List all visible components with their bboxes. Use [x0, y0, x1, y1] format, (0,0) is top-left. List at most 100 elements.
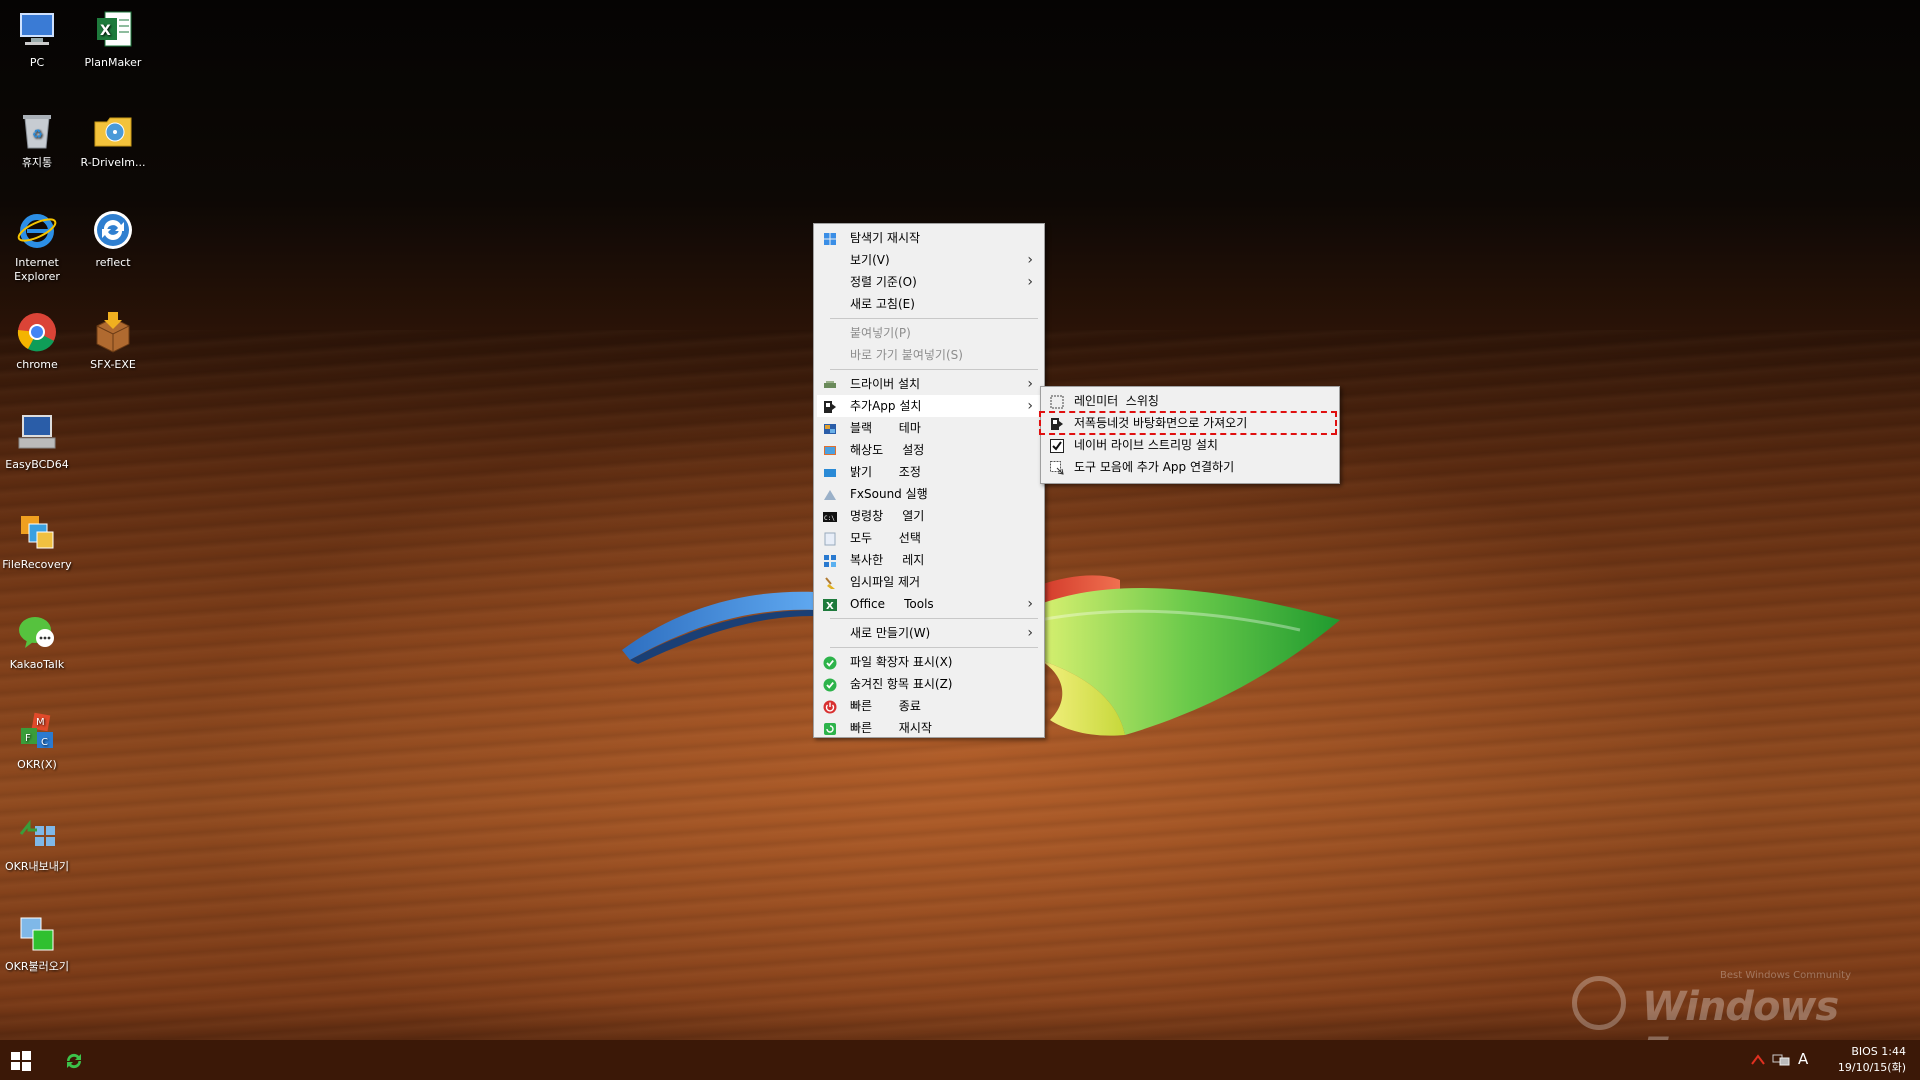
context-menu-item[interactable]: C:\ 명령창 열기: [817, 505, 1041, 527]
red-dashed-highlight: [1039, 411, 1337, 435]
context-menu-item-label: 해상도 설정: [850, 443, 925, 457]
submenu-item[interactable]: 네이버 라이브 스트리밍 설치: [1044, 434, 1336, 456]
context-menu-item[interactable]: 탐색기 재시작: [817, 227, 1041, 249]
theme-icon: [823, 421, 837, 435]
cmd-icon: C:\: [823, 509, 837, 523]
broom-icon: [823, 575, 837, 589]
desktop-icon-easybcd[interactable]: EasyBCD64: [0, 410, 74, 472]
context-menu-item[interactable]: 복사한 레지: [817, 549, 1041, 571]
check-circle-icon: [823, 655, 837, 670]
context-menu-item[interactable]: X Office Tools ›: [817, 593, 1041, 615]
context-menu-item[interactable]: 모두 선택: [817, 527, 1041, 549]
context-menu-item[interactable]: 새로 만들기(W) ›: [817, 622, 1041, 644]
system-tray: A: [1750, 1050, 1820, 1070]
desktop-icon-internet-explorer[interactable]: Internet Explorer: [0, 208, 74, 284]
context-menu-item[interactable]: 블랙 테마: [817, 417, 1041, 439]
menu-separator: [830, 369, 1038, 370]
chevron-right-icon: ›: [1027, 398, 1033, 414]
svg-text:F: F: [25, 733, 31, 744]
context-menu-item-label: 정렬 기준(O): [850, 275, 917, 289]
excel-icon: X: [823, 597, 837, 612]
desktop-icon-pc[interactable]: PC: [0, 8, 74, 70]
rainmeter-icon: [1050, 394, 1064, 409]
submenu-item[interactable]: 도구 모음에 추가 App 연결하기: [1044, 456, 1336, 478]
svg-text:C:\: C:\: [824, 515, 835, 522]
desktop-icon-label: OKR(X): [17, 758, 57, 771]
context-menu-item-label: 숨겨진 항목 표시(Z): [850, 677, 953, 691]
context-menu-item-label: 바로 가기 붙여넣기(S): [850, 348, 963, 362]
watermark-title: Windows Forum: [1642, 984, 1839, 1040]
svg-text:♻: ♻: [32, 127, 43, 141]
windows-tiles-icon: [823, 231, 837, 245]
desktop-icon-okr-import[interactable]: OKR불러오기: [0, 912, 74, 974]
context-menu-item[interactable]: 정렬 기준(O) ›: [817, 271, 1041, 293]
desktop-icon-planmaker[interactable]: X PlanMaker: [76, 8, 150, 70]
context-menu-item[interactable]: 해상도 설정: [817, 439, 1041, 461]
context-menu-item[interactable]: 바로 가기 붙여넣기(S): [817, 344, 1041, 366]
desktop[interactable]: PC ♻ 휴지통 Internet Explorer chrome EasyBC…: [0, 0, 1920, 1040]
desktop-icon-recycle-bin[interactable]: ♻ 휴지통: [0, 108, 74, 170]
desktop-icon-label: OKR내보내기: [5, 860, 69, 873]
svg-text:M: M: [36, 717, 45, 728]
context-menu-item[interactable]: 빠른 종료: [817, 695, 1041, 717]
desktop-icon-filerecovery[interactable]: FileRecovery: [0, 510, 74, 572]
desktop-icon-label: SFX-EXE: [90, 358, 136, 371]
power-icon: [823, 699, 837, 714]
desktop-icon-label: R-DriveIm...: [80, 156, 146, 169]
desktop-icon-label: chrome: [16, 358, 58, 371]
desktop-icon-okr[interactable]: FCM OKR(X): [0, 710, 74, 772]
taskbar-refresh-app-button[interactable]: [62, 1049, 86, 1073]
chrome-icon: [15, 310, 59, 354]
chevron-right-icon: ›: [1027, 252, 1033, 268]
chevron-right-icon: ›: [1027, 625, 1033, 641]
desktop-icon-kakaotalk[interactable]: KakaoTalk: [0, 610, 74, 672]
clock-date: 19/10/15(화): [1837, 1061, 1906, 1074]
desktop-icon-label: EasyBCD64: [5, 458, 69, 471]
clock[interactable]: BIOS 1:44 19/10/15(화): [1826, 1044, 1906, 1076]
resolution-icon: [823, 443, 837, 457]
context-menu-item[interactable]: 파일 확장자 표시(X): [817, 651, 1041, 673]
context-menu-item[interactable]: 빠른 재시작: [817, 717, 1041, 739]
clock-time: BIOS 1:44: [1851, 1045, 1906, 1058]
menu-separator: [830, 618, 1038, 619]
input-language-indicator[interactable]: A: [1798, 1050, 1808, 1068]
network-icon[interactable]: [1772, 1052, 1790, 1068]
chevron-right-icon: ›: [1027, 376, 1033, 392]
desktop-icon-r-drive[interactable]: R-DriveIm...: [76, 108, 150, 170]
desktop-icon-reflect[interactable]: reflect: [76, 208, 150, 270]
taskbar: A BIOS 1:44 19/10/15(화): [0, 1040, 1920, 1080]
context-menu-item[interactable]: 임시파일 제거: [817, 571, 1041, 593]
desktop-icon-sfx-exe[interactable]: SFX-EXE: [76, 310, 150, 372]
desktop-icon-chrome[interactable]: chrome: [0, 310, 74, 372]
menu-separator: [830, 647, 1038, 648]
svg-text:X: X: [826, 601, 834, 612]
sfx-exe-icon: [91, 310, 135, 354]
context-menu-item[interactable]: FxSound 실행: [817, 483, 1041, 505]
desktop-icon-label: 휴지통: [21, 156, 53, 169]
windows-start-icon: [11, 1051, 31, 1071]
context-menu-item[interactable]: 보기(V) ›: [817, 249, 1041, 271]
fxsound-icon: [823, 487, 837, 501]
submenu-item-label: 도구 모음에 추가 App 연결하기: [1074, 460, 1235, 474]
svg-text:X: X: [100, 23, 111, 39]
context-menu-item-label: FxSound 실행: [850, 487, 928, 501]
okr-import-icon: [15, 912, 59, 956]
context-menu-item[interactable]: 추가App 설치 ›: [817, 395, 1041, 417]
planmaker-icon: X: [91, 8, 135, 52]
context-menu-item[interactable]: 숨겨진 항목 표시(Z): [817, 673, 1041, 695]
start-button[interactable]: [10, 1050, 32, 1072]
context-menu-item-label: 드라이버 설치: [850, 377, 921, 391]
kakaotalk-icon: [15, 610, 59, 654]
context-menu-item-label: 빠른 종료: [850, 699, 921, 713]
desktop-icon-label: reflect: [95, 256, 131, 269]
context-menu-item[interactable]: 새로 고침(E): [817, 293, 1041, 315]
submenu-item[interactable]: 레인미터 스위칭: [1044, 390, 1336, 412]
context-menu-item[interactable]: 붙여넣기(P): [817, 322, 1041, 344]
tray-arrow-icon[interactable]: [1750, 1052, 1766, 1068]
context-menu-item-label: 새로 고침(E): [850, 297, 915, 311]
desktop-icon-okr-export[interactable]: OKR내보내기: [0, 812, 74, 874]
driver-icon: [823, 377, 837, 391]
context-menu-item[interactable]: 드라이버 설치 ›: [817, 373, 1041, 395]
context-menu-item-label: 명령창 열기: [850, 509, 925, 523]
context-menu-item[interactable]: 밝기 조정: [817, 461, 1041, 483]
